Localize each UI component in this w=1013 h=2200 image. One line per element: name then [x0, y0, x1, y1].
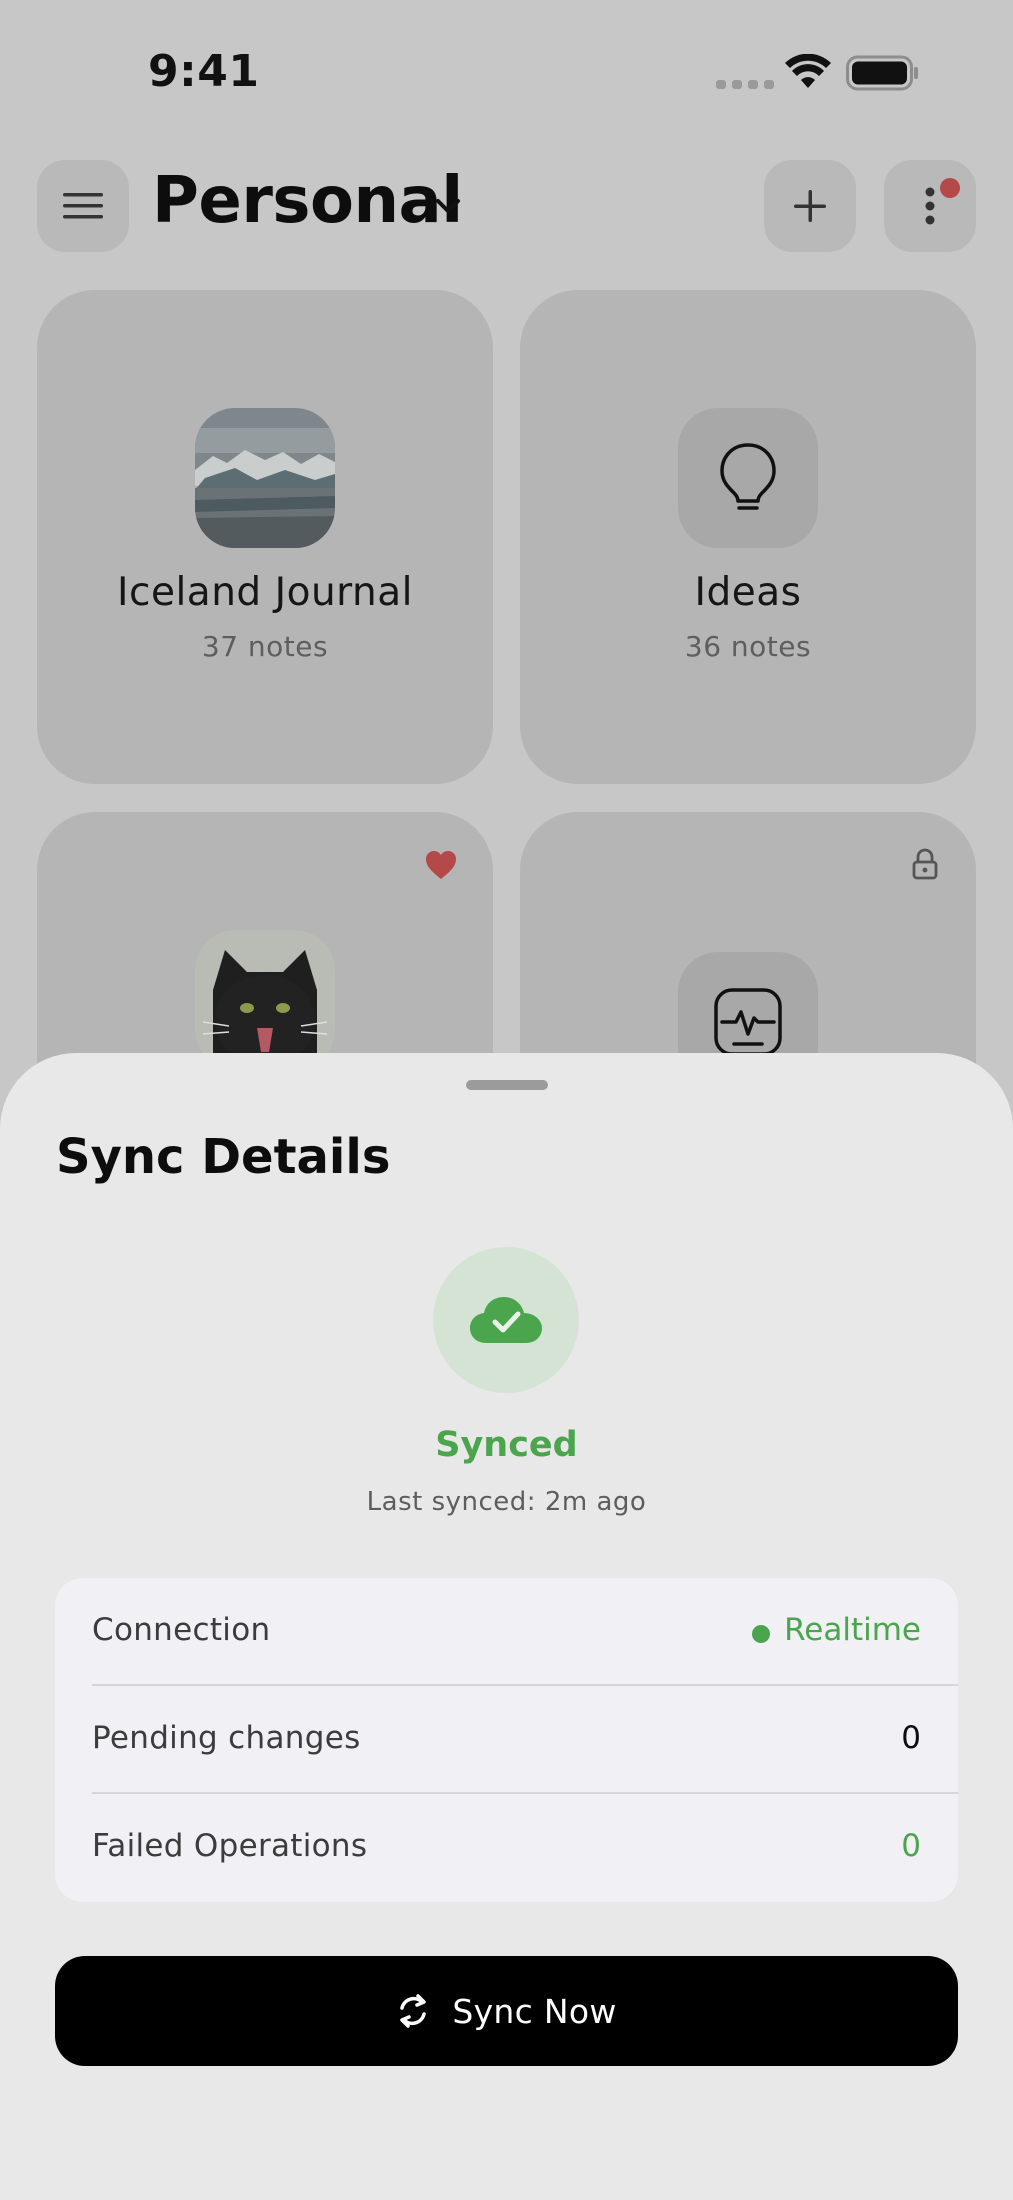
- app-screen: 9:41 Personal Iceland Journal 37 notes I…: [0, 0, 1013, 2200]
- lightbulb-icon: [720, 443, 776, 510]
- sync-details-list: Connection Realtime Pending changes 0 Fa…: [55, 1578, 958, 1902]
- heart-icon[interactable]: [425, 850, 457, 880]
- add-button[interactable]: [764, 160, 856, 252]
- lock-icon: [912, 848, 938, 880]
- row-label: Failed Operations: [92, 1828, 368, 1864]
- connection-row: Connection Realtime: [55, 1578, 958, 1686]
- glacier-photo: [195, 408, 335, 548]
- status-time: 9:41: [148, 46, 260, 97]
- wifi-icon: [785, 54, 831, 88]
- notebook-note-count: 36 notes: [684, 630, 812, 663]
- cloud-check-icon: [470, 1297, 542, 1343]
- sync-status-text: Synced: [435, 1425, 578, 1465]
- plus-icon: [794, 190, 826, 222]
- header: Personal: [0, 160, 1013, 254]
- notebook-card-iceland-journal[interactable]: Iceland Journal 37 notes: [37, 290, 493, 784]
- notebook-switcher[interactable]: Personal: [152, 164, 463, 238]
- refresh-icon: [400, 1994, 427, 2028]
- last-synced-text: Last synced: 2m ago: [366, 1487, 647, 1517]
- failed-operations-value: 0: [901, 1828, 921, 1864]
- menu-button[interactable]: [37, 160, 129, 252]
- notebook-title: Ideas: [694, 570, 802, 615]
- sheet-grabber[interactable]: [466, 1080, 548, 1090]
- row-label: Pending changes: [92, 1720, 361, 1756]
- activity-icon: [714, 988, 782, 1056]
- sync-details-sheet: Sync Details Synced Last synced: 2m ago …: [0, 1053, 1013, 2200]
- sync-now-label: Sync Now: [452, 1991, 617, 2031]
- notification-badge: [940, 178, 960, 198]
- sync-status-badge: [433, 1247, 579, 1393]
- status-bar: 9:41: [0, 0, 1013, 150]
- failed-operations-row: Failed Operations 0: [55, 1794, 958, 1902]
- chevron-down-icon[interactable]: [432, 190, 464, 222]
- hamburger-icon: [63, 193, 103, 219]
- battery-icon: [846, 55, 918, 91]
- notebook-icon-tile: [678, 408, 818, 548]
- connection-status-dot: [752, 1625, 770, 1643]
- notebook-card-ideas[interactable]: Ideas 36 notes: [520, 290, 976, 784]
- pending-changes-value: 0: [901, 1720, 921, 1756]
- pending-changes-row: Pending changes 0: [55, 1686, 958, 1794]
- notebook-title: Iceland Journal: [117, 570, 413, 615]
- sync-now-button[interactable]: Sync Now: [55, 1956, 958, 2066]
- connection-value: Realtime: [784, 1612, 921, 1648]
- more-vertical-icon: [925, 187, 935, 225]
- signal-icon: [716, 80, 774, 89]
- cat-photo: [195, 930, 335, 1070]
- notebook-note-count: 37 notes: [201, 630, 329, 663]
- sheet-title: Sync Details: [56, 1129, 391, 1185]
- more-options-button[interactable]: [884, 160, 976, 252]
- row-label: Connection: [92, 1612, 271, 1648]
